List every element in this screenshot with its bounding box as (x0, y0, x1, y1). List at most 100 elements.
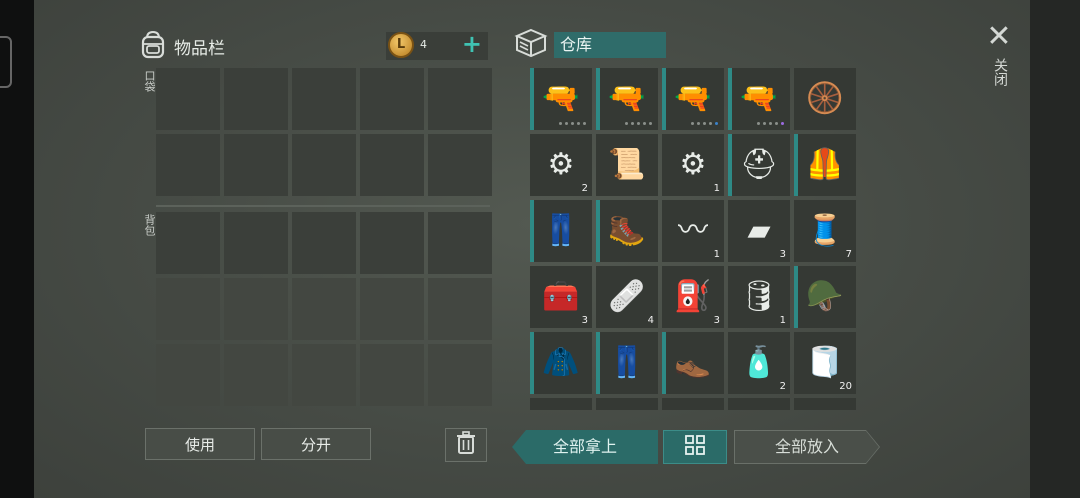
close-label: 关闭 (992, 58, 1008, 86)
storage-slot[interactable]: 🔫 (596, 68, 658, 130)
storage-slot[interactable]: 🔫 (728, 68, 790, 130)
grid-view-button[interactable] (663, 430, 727, 464)
backpack-slot[interactable] (428, 212, 492, 274)
use-button[interactable]: 使用 (145, 428, 255, 460)
storage-slot[interactable] (794, 398, 856, 410)
storage-slot[interactable]: ⚙ 1 (662, 134, 724, 196)
storage-slot[interactable]: 👞 (662, 332, 724, 394)
storage-slot[interactable]: 🔫 (662, 68, 724, 130)
inventory-header: 物品栏 (138, 30, 225, 62)
device-notch (0, 36, 12, 88)
storage-slot[interactable]: 🦺 (794, 134, 856, 196)
take-all-button[interactable]: 全部拿上 (512, 430, 658, 464)
storage-slot[interactable]: 🔫 (530, 68, 592, 130)
storage-slot[interactable]: 🩹 4 (596, 266, 658, 328)
storage-slot[interactable]: ⚙ 2 (530, 134, 592, 196)
durability-dot (781, 122, 784, 125)
storage-slot[interactable] (596, 398, 658, 410)
rifle-icon: 🔫 (740, 81, 778, 116)
camo-pants-icon: 👖 (608, 345, 646, 380)
pocket-slot[interactable] (292, 68, 356, 130)
storage-slot[interactable]: ▰ 3 (728, 200, 790, 262)
split-button[interactable]: 分开 (261, 428, 371, 460)
item-count: 3 (779, 249, 786, 260)
item-partial-icon (802, 406, 848, 410)
storage-slot[interactable]: 👖 (596, 332, 658, 394)
durability-dot (709, 122, 712, 125)
medkit-icon: 🧰 (542, 279, 580, 314)
pocket-slot[interactable] (156, 68, 220, 130)
trash-button[interactable] (445, 428, 487, 462)
pocket-slot[interactable] (292, 134, 356, 196)
backpack-slot[interactable] (224, 212, 288, 274)
put-all-label: 全部放入 (735, 431, 879, 463)
inventory-title: 物品栏 (174, 38, 225, 59)
backpack-slot[interactable] (292, 212, 356, 274)
storage-slot[interactable]: 🛞 (794, 68, 856, 130)
storage-slot[interactable]: 🧴 2 (728, 332, 790, 394)
storage-slot[interactable]: ⛽ 3 (662, 266, 724, 328)
item-count: 20 (839, 381, 852, 392)
pocket-slot[interactable] (224, 134, 288, 196)
durability-dot (637, 122, 640, 125)
put-all-button[interactable]: 全部放入 (734, 430, 880, 464)
backpack-slot-locked (156, 278, 220, 340)
item-count: 7 (845, 249, 852, 260)
storage-slot[interactable] (662, 398, 724, 410)
engine-part-icon: ⚙ (547, 147, 575, 182)
durability-dot (649, 122, 652, 125)
durability-dot (757, 122, 760, 125)
storage-slot[interactable]: 🥾 (596, 200, 658, 262)
storage-slot[interactable]: 🪖 (794, 266, 856, 328)
shoes-icon: 👞 (674, 345, 712, 380)
item-partial-icon (670, 406, 716, 410)
durability-dot (691, 122, 694, 125)
durability-dot (631, 122, 634, 125)
storage-slot[interactable]: 🛢 1 (728, 266, 790, 328)
storage-slot[interactable]: 🧻 20 (794, 332, 856, 394)
storage-slot[interactable] (728, 398, 790, 410)
spray-can-icon: 🧴 (740, 345, 778, 380)
storage-slot[interactable]: 🧵 7 (794, 200, 856, 262)
helmet-icon: ⛑ (739, 147, 779, 182)
pocket-slot[interactable] (360, 68, 424, 130)
storage-slot[interactable]: 🧰 3 (530, 266, 592, 328)
storage-grid: 🔫 🔫 🔫 🔫 🛞 ⚙ 2 📜 ⚙ 1 ⛑ 🦺 👖 🥾 〰 1 ▰ 3 🧵 7 🧰 3 🩹 4 ⛽ 3 🛢 1 🪖 🧥 👖 👞 🧴 2 🧻 20 (530, 68, 864, 410)
storage-box-icon (514, 27, 548, 63)
close-icon[interactable]: ✕ (984, 22, 1014, 52)
wheel-icon: 🛞 (806, 81, 844, 116)
item-count: 2 (581, 183, 588, 194)
item-count: 4 (647, 315, 654, 326)
storage-slot[interactable]: 📜 (596, 134, 658, 196)
item-count: 1 (779, 315, 786, 326)
durability-dot (565, 122, 568, 125)
pocket-slot[interactable] (428, 68, 492, 130)
tactical-pants-icon: 👖 (542, 213, 580, 248)
spring-icon: 〰 (678, 213, 708, 248)
pocket-slot[interactable] (224, 68, 288, 130)
durability-dot (625, 122, 628, 125)
section-divider (156, 205, 490, 207)
wire-spool-icon: 🧵 (806, 213, 844, 248)
backpack-slot-locked (428, 278, 492, 340)
pocket-slot[interactable] (360, 134, 424, 196)
storage-slot[interactable]: 🧥 (530, 332, 592, 394)
plus-icon[interactable]: + (462, 30, 482, 58)
backpack-slot[interactable] (156, 212, 220, 274)
pocket-slot[interactable] (428, 134, 492, 196)
coin-counter: L 4 + (386, 30, 488, 60)
close-button[interactable]: ✕ 关闭 (984, 22, 1014, 87)
storage-slot[interactable] (530, 398, 592, 410)
durability-dots (559, 122, 586, 125)
storage-slot[interactable]: ⛑ (728, 134, 790, 196)
storage-slot[interactable]: 👖 (530, 200, 592, 262)
backpack-slot[interactable] (360, 212, 424, 274)
pocket-slot[interactable] (156, 134, 220, 196)
durability-dots (757, 122, 784, 125)
durability-dot (703, 122, 706, 125)
metal-bars-icon: ▰ (747, 213, 771, 248)
storage-slot[interactable]: 〰 1 (662, 200, 724, 262)
camo-jacket-icon: 🧥 (542, 345, 580, 380)
backpack-label: 背包 (143, 214, 156, 236)
item-count: 2 (779, 381, 786, 392)
